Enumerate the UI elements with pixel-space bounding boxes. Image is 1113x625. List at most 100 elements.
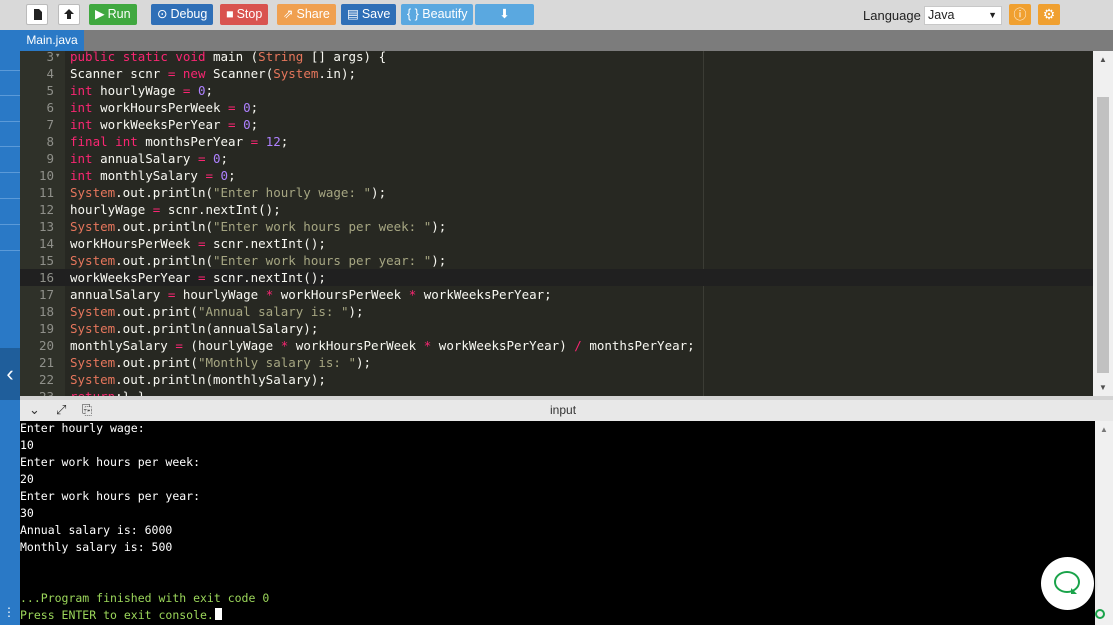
share-icon: ⇗ (283, 7, 294, 21)
code-line[interactable]: 13 System.out.println("Enter work hours p… (20, 218, 1093, 235)
save-icon: ▤ (347, 7, 359, 21)
expand-icon[interactable]: ⤢ (56, 402, 66, 418)
code-text: System.out.println("Enter hourly wage: "… (70, 185, 387, 200)
code-line[interactable]: 8 final int monthsPerYear = 12; (20, 133, 1093, 150)
code-line[interactable]: 16 workWeeksPerYear = scnr.nextInt(); (20, 269, 1093, 286)
settings-button[interactable]: ⚙ (1038, 4, 1060, 25)
console-line-text: Press ENTER to exit console. (20, 608, 214, 622)
debug-button[interactable]: ⊙ Debug (151, 4, 214, 25)
code-text: final int monthsPerYear = 12; (70, 134, 289, 149)
file-icon (34, 9, 42, 20)
code-text: return;} } (70, 388, 145, 396)
code-line[interactable]: 20 monthlySalary = (hourlyWage * workHour… (20, 337, 1093, 354)
divider (0, 95, 20, 96)
chat-bubble-tail (1071, 588, 1077, 594)
code-text: int workWeeksPerYear = 0; (70, 117, 259, 132)
code-line[interactable]: 15 System.out.println("Enter work hours p… (20, 252, 1093, 269)
line-number: 16 (38, 270, 54, 285)
line-number: 23 (20, 388, 54, 396)
console-scrollbar[interactable]: ▲ (1095, 421, 1113, 625)
code-text: monthlySalary = (hourlyWage * workHoursP… (70, 338, 695, 353)
code-line[interactable]: 3 ▾ public static void main (String [] arg… (20, 51, 1093, 65)
code-text: int workHoursPerWeek = 0; (70, 100, 259, 115)
code-text: public static void main (String [] args)… (70, 51, 387, 64)
code-line[interactable]: 6 int workHoursPerWeek = 0; (20, 99, 1093, 116)
console-line-text: Annual salary is: 6000 (20, 523, 173, 537)
console-title: input (550, 403, 577, 417)
line-number: 20 (38, 338, 54, 353)
code-text: int hourlyWage = 0; (70, 83, 214, 98)
save-label: Save (361, 7, 391, 21)
scrollbar-thumb[interactable] (1097, 97, 1109, 373)
sidebar-toggle-button[interactable]: ‹ (0, 348, 20, 400)
code-text: Scanner scnr = new Scanner(System.in); (70, 66, 357, 81)
stop-label: Stop (236, 7, 263, 21)
run-button[interactable]: ▶ Run (89, 4, 137, 25)
code-line[interactable]: 9 int annualSalary = 0; (20, 150, 1093, 167)
divider (0, 70, 20, 71)
code-line[interactable]: 23 return;} } (20, 388, 1093, 396)
tab-main-java[interactable]: Main.java (20, 30, 84, 51)
console-line: 10 (20, 437, 34, 454)
line-number: 22 (38, 372, 54, 387)
console-header: ⌄ ⤢ ⎘ input (20, 396, 1113, 421)
line-number: 7 (46, 117, 54, 132)
download-button[interactable]: ⬇ (475, 4, 534, 25)
code-line[interactable]: 14 workHoursPerWeek = scnr.nextInt(); (20, 235, 1093, 252)
play-icon: ▶ (95, 7, 105, 21)
language-select[interactable]: Java ▼ (924, 6, 1002, 25)
code-line[interactable]: 18 System.out.print("Annual salary is: ")… (20, 303, 1093, 320)
info-button[interactable]: ⓘ (1009, 4, 1031, 25)
editor-scrollbar[interactable]: ▲ ▼ (1093, 51, 1113, 396)
save-button[interactable]: ▤ Save (341, 4, 397, 25)
code-text: hourlyWage = scnr.nextInt(); (70, 202, 281, 217)
chat-button[interactable] (1041, 557, 1094, 610)
code-line[interactable]: 19 System.out.println(annualSalary); (20, 320, 1093, 337)
language-label: Language (863, 8, 921, 23)
line-number: 18 (38, 304, 54, 319)
divider (0, 250, 20, 251)
upload-button[interactable] (58, 4, 80, 25)
line-number: 6 (46, 100, 54, 115)
code-line[interactable]: 12 hourlyWage = scnr.nextInt(); (20, 201, 1093, 218)
clipboard-icon[interactable]: ⎘ (82, 402, 92, 418)
chevron-down-icon[interactable]: ⌄ (29, 402, 40, 418)
tab-bar: Main.java (20, 30, 1113, 51)
code-line[interactable]: 21 System.out.print("Monthly salary is: "… (20, 354, 1093, 371)
beautify-label: { } Beautify (407, 7, 468, 21)
code-line[interactable]: 22 System.out.println(monthlySalary); (20, 371, 1093, 388)
console-line-text: 10 (20, 438, 34, 452)
code-line[interactable]: 4 Scanner scnr = new Scanner(System.in); (20, 65, 1093, 82)
code-line[interactable]: 7 int workWeeksPerYear = 0; (20, 116, 1093, 133)
line-number: 10 (38, 168, 54, 183)
code-line[interactable]: 17 annualSalary = hourlyWage * workHoursP… (20, 286, 1093, 303)
share-button[interactable]: ⇗ Share (277, 4, 336, 25)
code-line[interactable]: 5 int hourlyWage = 0; (20, 82, 1093, 99)
console-output[interactable]: Enter hourly wage: 10 Enter work hours per… (20, 421, 1095, 625)
console-line: Enter work hours per week: (20, 454, 200, 471)
line-number: 5 (46, 83, 54, 98)
scroll-up-icon: ▲ (1099, 55, 1107, 64)
chevron-down-icon: ▼ (988, 10, 997, 20)
divider (0, 172, 20, 173)
fold-icon[interactable]: ▾ (55, 51, 60, 65)
scroll-down-icon: ▼ (1099, 383, 1107, 392)
console-line: 30 (20, 505, 34, 522)
code-line[interactable]: 10 int monthlySalary = 0; (20, 167, 1093, 184)
line-number: 13 (38, 219, 54, 234)
console-line-text: 20 (20, 472, 34, 486)
beautify-button[interactable]: { } Beautify (401, 4, 474, 25)
code-line[interactable]: 11 System.out.println("Enter hourly wage:… (20, 184, 1093, 201)
run-label: Run (107, 7, 131, 21)
debug-label: Debug (170, 7, 208, 21)
line-number: 12 (38, 202, 54, 217)
code-editor[interactable]: 3 ▾ public static void main (String [] arg… (20, 51, 1093, 396)
console-line: Annual salary is: 6000 (20, 522, 172, 539)
console-line: 20 (20, 471, 34, 488)
text-cursor (214, 608, 222, 620)
status-icon (1095, 609, 1105, 619)
stop-button[interactable]: ■ Stop (220, 4, 269, 25)
line-number: 17 (38, 287, 54, 302)
new-file-button[interactable] (26, 4, 48, 25)
code-text: workHoursPerWeek = scnr.nextInt(); (70, 236, 326, 251)
